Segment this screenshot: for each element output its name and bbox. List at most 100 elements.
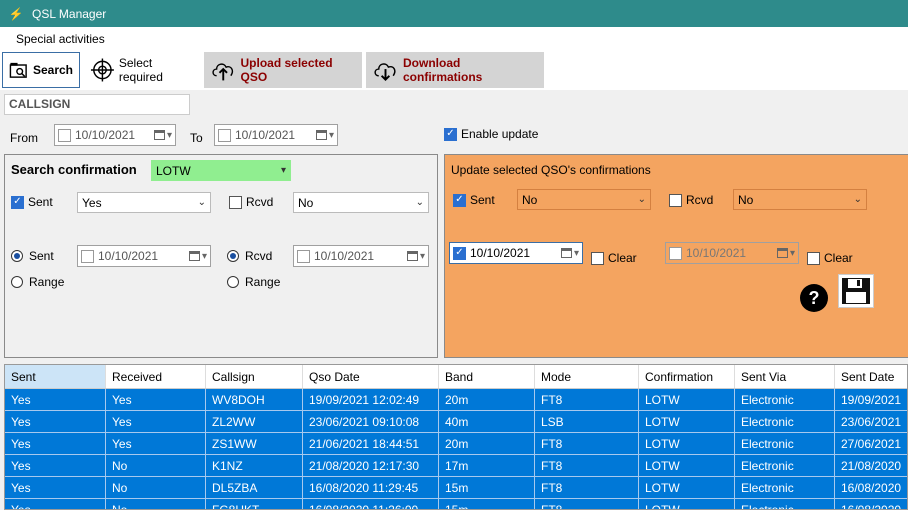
from-date-checkbox[interactable] bbox=[58, 128, 71, 142]
table-cell: 15m bbox=[439, 499, 535, 509]
search-sent-select[interactable]: Yes ⌄ bbox=[77, 192, 211, 213]
table-cell: LOTW bbox=[639, 411, 735, 432]
to-date-checkbox[interactable] bbox=[218, 128, 231, 142]
sent-date-checkbox[interactable] bbox=[81, 249, 94, 263]
table-cell: 16/08/2020 bbox=[835, 499, 907, 509]
save-icon[interactable] bbox=[838, 274, 874, 308]
search-rcvd-checkbox[interactable]: Rcvd bbox=[229, 195, 273, 209]
radio-rcvd-range[interactable]: Range bbox=[227, 275, 280, 289]
table-cell: FT8 bbox=[535, 433, 639, 454]
menu-special-activities[interactable]: Special activities bbox=[0, 32, 121, 46]
select-required-button[interactable]: Select required bbox=[84, 52, 202, 88]
update-date-picker-2[interactable]: 10/10/2021 ▾ bbox=[665, 242, 799, 264]
table-row[interactable]: Yes Yes ZS1WW 21/06/2021 18:44:51 20m FT8 LOTW… bbox=[5, 433, 907, 455]
column-header[interactable]: Callsign bbox=[206, 365, 303, 388]
rcvd-label: Rcvd bbox=[246, 195, 274, 209]
service-select[interactable]: LOTW ▾ bbox=[151, 160, 291, 181]
enable-update-label: Enable update bbox=[461, 127, 539, 141]
enable-update-checkbox[interactable]: ✓ Enable update bbox=[444, 127, 538, 141]
upload-label: Upload selected QSO bbox=[240, 56, 333, 84]
calendar-icon: ▾ bbox=[188, 251, 207, 262]
column-header[interactable]: Confirmation bbox=[639, 365, 735, 388]
table-cell: 19/09/2021 12:02:49 bbox=[303, 389, 439, 410]
radio-sent-range[interactable]: Range bbox=[11, 275, 64, 289]
check-icon: ✓ bbox=[444, 127, 457, 141]
table-cell: 20m bbox=[439, 433, 535, 454]
toolbar: Search Select required Upload selected Q… bbox=[0, 50, 908, 90]
table-cell: 19/09/2021 bbox=[835, 389, 907, 410]
select-required-label: Select required bbox=[118, 56, 163, 84]
clear-1-checkbox[interactable]: Clear bbox=[591, 251, 637, 265]
table-cell: 16/08/2020 11:29:45 bbox=[303, 477, 439, 498]
search-sent-checkbox[interactable]: ✓ Sent bbox=[11, 195, 53, 209]
search-rcvd-select[interactable]: No ⌄ bbox=[293, 192, 429, 213]
radio-rcvd[interactable]: Rcvd bbox=[227, 249, 272, 263]
table-cell: LOTW bbox=[639, 499, 735, 509]
rcvd-date-value: 10/10/2021 bbox=[314, 249, 375, 263]
table-row[interactable]: Yes No DL5ZBA 16/08/2020 11:29:45 15m FT8 LOTW… bbox=[5, 477, 907, 499]
table-row[interactable]: Yes Yes WV8DOH 19/09/2021 12:02:49 20m FT8 LOT… bbox=[5, 389, 907, 411]
table-row[interactable]: Yes Yes ZL2WW 23/06/2021 09:10:08 40m LSB LOTW… bbox=[5, 411, 907, 433]
update-sent-select[interactable]: No ⌄ bbox=[517, 189, 651, 210]
column-header[interactable]: Qso Date bbox=[303, 365, 439, 388]
to-date-picker[interactable]: 10/10/2021 ▾ bbox=[214, 124, 338, 146]
table-cell: Electronic bbox=[735, 477, 835, 498]
to-label: To bbox=[190, 131, 203, 145]
crosshair-icon bbox=[90, 58, 114, 82]
table-cell: 21/08/2020 bbox=[835, 455, 907, 476]
download-button[interactable]: Download confirmations bbox=[366, 52, 544, 88]
rcvd-date-picker[interactable]: 10/10/2021 ▾ bbox=[293, 245, 429, 267]
callsign-input[interactable]: CALLSIGN bbox=[4, 94, 190, 115]
window-title: QSL Manager bbox=[32, 6, 107, 21]
update-sent-checkbox[interactable]: ✓ Sent bbox=[453, 193, 495, 207]
search-icon bbox=[9, 62, 27, 78]
upload-button[interactable]: Upload selected QSO bbox=[204, 52, 362, 88]
column-header[interactable]: Sent Date bbox=[835, 365, 907, 388]
radio-button bbox=[227, 276, 239, 288]
update-rcvd-checkbox[interactable]: Rcvd bbox=[669, 193, 713, 207]
to-date-value: 10/10/2021 bbox=[235, 128, 296, 142]
from-date-picker[interactable]: 10/10/2021 ▾ bbox=[54, 124, 176, 146]
column-header[interactable]: Sent Via bbox=[735, 365, 835, 388]
table-cell: 20m bbox=[439, 389, 535, 410]
check-icon[interactable]: ✓ bbox=[453, 246, 466, 260]
search-button[interactable]: Search bbox=[2, 52, 80, 88]
update-date-picker-1[interactable]: ✓ 10/10/2021 ▾ bbox=[449, 242, 583, 264]
column-header[interactable]: Band bbox=[439, 365, 535, 388]
help-icon[interactable]: ? bbox=[800, 284, 828, 312]
column-header[interactable]: Sent bbox=[5, 365, 106, 388]
update-rcvd-select[interactable]: No ⌄ bbox=[733, 189, 867, 210]
cloud-download-icon bbox=[374, 63, 396, 82]
table-cell: 23/06/2021 bbox=[835, 411, 907, 432]
calendar-icon: ▾ bbox=[406, 251, 425, 262]
table-cell: Yes bbox=[5, 411, 106, 432]
table-cell: Yes bbox=[106, 411, 206, 432]
clear-2-checkbox[interactable]: Clear bbox=[807, 251, 853, 265]
table-cell: Electronic bbox=[735, 389, 835, 410]
rcvd-label: Rcvd bbox=[686, 193, 714, 207]
column-header[interactable]: Mode bbox=[535, 365, 639, 388]
table-cell: No bbox=[106, 455, 206, 476]
sent-date-value: 10/10/2021 bbox=[98, 249, 159, 263]
table-cell: 23/06/2021 09:10:08 bbox=[303, 411, 439, 432]
rcvd-value: No bbox=[298, 195, 314, 210]
update-date-2-checkbox[interactable] bbox=[669, 246, 682, 260]
range-label: Range bbox=[245, 275, 281, 289]
menu-bar: Special activities bbox=[0, 27, 908, 50]
table-row[interactable]: Yes No FG8HKT 16/08/2020 11:26:00 15m FT8 LOTW… bbox=[5, 499, 907, 509]
table-cell: LSB bbox=[535, 411, 639, 432]
table-row[interactable]: Yes No K1NZ 21/08/2020 12:17:30 17m FT8 LOTW El… bbox=[5, 455, 907, 477]
clear-label: Clear bbox=[824, 251, 853, 265]
checkbox-box bbox=[669, 193, 682, 207]
sent-date-picker[interactable]: 10/10/2021 ▾ bbox=[77, 245, 211, 267]
column-header[interactable]: Received bbox=[106, 365, 206, 388]
table-cell: ZS1WW bbox=[206, 433, 303, 454]
radio-sent[interactable]: Sent bbox=[11, 249, 54, 263]
table-cell: WV8DOH bbox=[206, 389, 303, 410]
check-icon: ✓ bbox=[11, 195, 24, 209]
chevron-down-icon: ▾ bbox=[280, 165, 286, 176]
rcvd-date-checkbox[interactable] bbox=[297, 249, 310, 263]
radio-button bbox=[11, 250, 23, 262]
search-panel-title: Search confirmation bbox=[11, 162, 137, 177]
table-cell: K1NZ bbox=[206, 455, 303, 476]
